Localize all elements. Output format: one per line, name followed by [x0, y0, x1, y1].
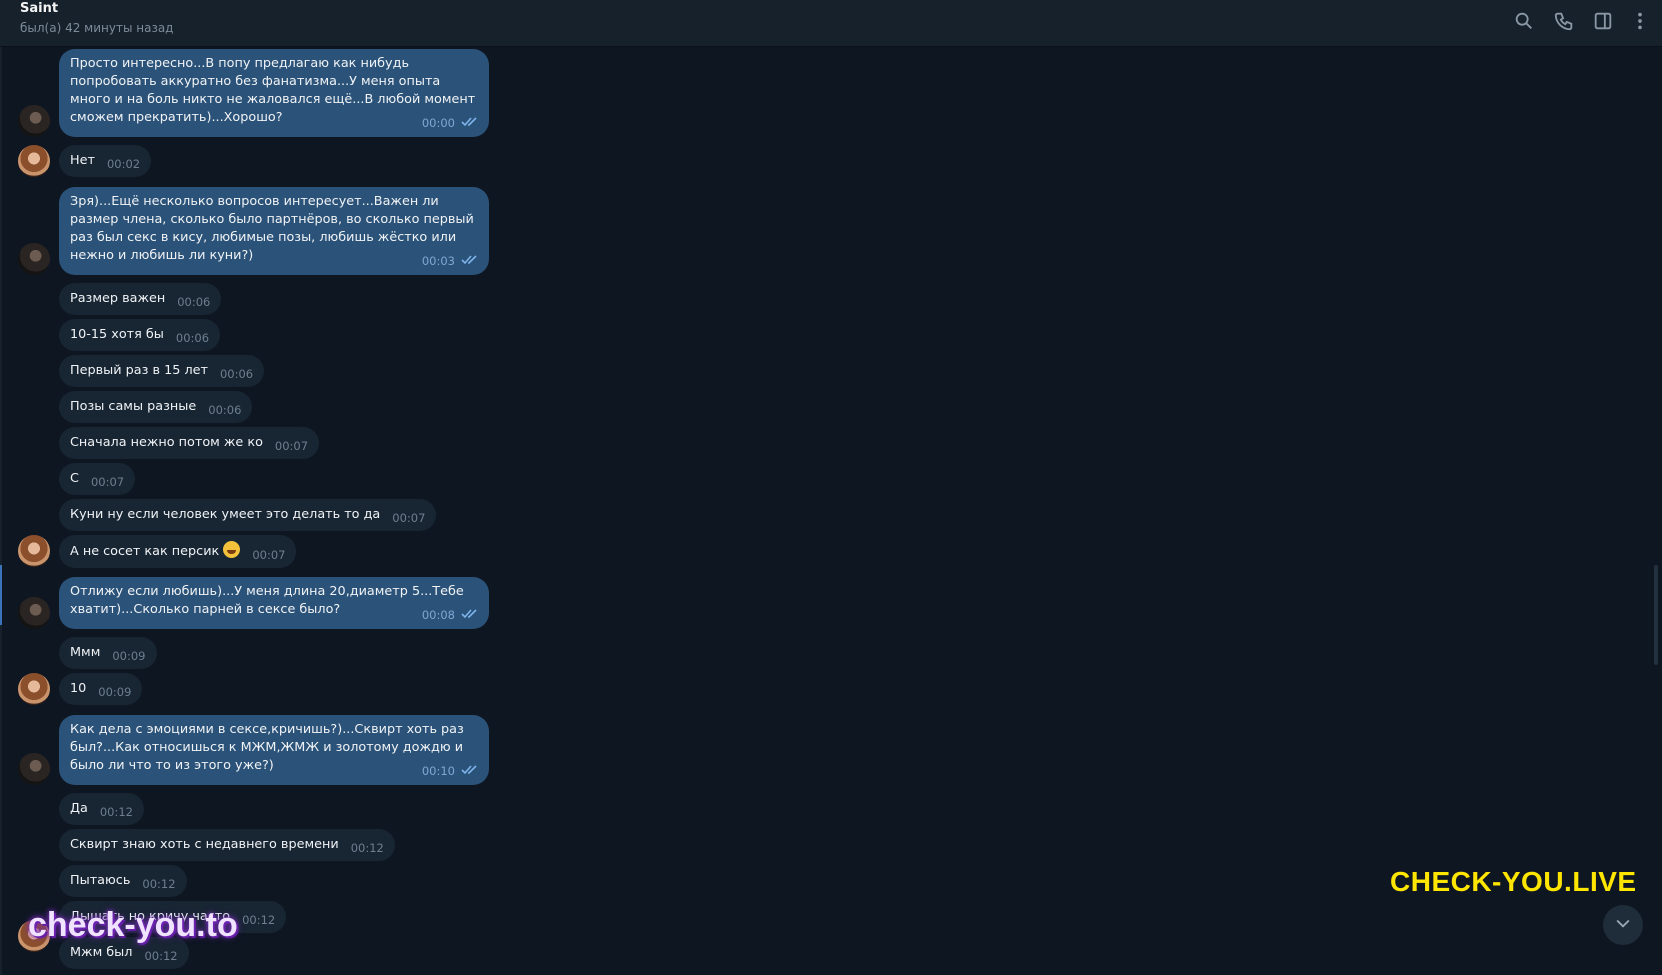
message-meta: 00:08 — [422, 606, 479, 624]
message-text: Ммм — [70, 645, 101, 660]
double-check-icon — [461, 762, 479, 780]
message-incoming[interactable]: Сначала нежно потом же ко 00:07 — [59, 427, 320, 459]
message-outgoing[interactable]: Отлижу если любишь)...У меня длина 20,ди… — [59, 577, 489, 629]
message-text: Просто интересно...В попу предлагаю как … — [70, 56, 476, 125]
avatar-contact[interactable] — [18, 145, 50, 177]
message-time: 00:12 — [144, 949, 178, 963]
message-time: 00:07 — [252, 548, 286, 562]
scrollbar[interactable] — [1654, 565, 1658, 665]
message-text: Позы самы разные — [70, 399, 197, 414]
message-meta: 00:10 — [422, 762, 479, 780]
message-incoming[interactable]: 10-15 хотя бы 00:06 — [59, 319, 221, 351]
message-outgoing[interactable]: Зря)...Ещё несколько вопросов интересует… — [59, 187, 489, 275]
avatar-saint[interactable] — [18, 105, 50, 137]
message-incoming[interactable]: Нет 00:02 — [59, 145, 152, 177]
phone-icon[interactable] — [1553, 10, 1575, 32]
message-time: 00:08 — [421, 608, 455, 622]
watermark-purple: check-you.to — [28, 906, 238, 944]
message-list[interactable]: Просто интересно...В попу предлагаю как … — [0, 47, 1662, 975]
message-time: 00:10 — [421, 764, 455, 778]
message-time: 00:09 — [112, 649, 146, 663]
search-icon[interactable] — [1513, 10, 1535, 32]
avatar-contact[interactable] — [18, 673, 50, 705]
message-time: 00:07 — [392, 511, 426, 525]
avatar-saint[interactable] — [18, 753, 50, 785]
message-incoming[interactable]: Да 00:12 — [59, 793, 144, 825]
avatar-saint[interactable] — [18, 243, 50, 275]
chat-header: Saint был(а) 42 минуты назад — [0, 0, 1662, 47]
message-meta: 00:00 — [422, 114, 479, 132]
message-text: Куни ну если человек умеет это делать то… — [70, 507, 381, 522]
message-meta: 00:03 — [422, 252, 479, 270]
message-time: 00:12 — [142, 877, 176, 891]
message-time: 00:06 — [175, 331, 210, 345]
contact-name[interactable]: Saint — [20, 1, 58, 16]
message-time: 00:06 — [208, 403, 242, 417]
message-text: 10-15 хотя бы — [70, 327, 164, 342]
message-time: 00:06 — [177, 295, 211, 309]
message-incoming[interactable]: С 00:07 — [59, 463, 136, 495]
contact-status: был(а) 42 минуты назад — [20, 21, 174, 35]
message-time: 00:02 — [106, 157, 141, 171]
more-vert-icon[interactable] — [1629, 10, 1651, 32]
message-text: 10 — [70, 681, 87, 696]
message-incoming[interactable]: А не сосет как персик 00:07 — [59, 535, 297, 568]
message-text: Зря)...Ещё несколько вопросов интересует… — [70, 194, 474, 263]
message-text: С — [70, 471, 79, 486]
message-incoming[interactable]: Сквирт знаю хоть с недавнего времени 00:1… — [59, 829, 395, 861]
message-text: Отлижу если любишь)...У меня длина 20,ди… — [70, 584, 464, 617]
message-text: Мжм был — [70, 945, 133, 960]
double-check-icon — [461, 252, 479, 270]
message-incoming[interactable]: 10 00:09 — [59, 673, 143, 705]
grinning-sweat-emoji — [223, 541, 241, 558]
message-time: 00:09 — [98, 685, 132, 699]
message-incoming[interactable]: Размер важен 00:06 — [59, 283, 222, 315]
sidebar-toggle-icon[interactable] — [1592, 10, 1614, 32]
message-text: Сквирт знаю хоть с недавнего времени — [70, 837, 339, 852]
message-text: Как дела с эмоциями в сексе,кричишь?)...… — [70, 722, 464, 773]
watermark-yellow: CHECK-YOU.LIVE — [1390, 866, 1637, 897]
message-text: Размер важен — [70, 291, 166, 306]
message-incoming[interactable]: Позы самы разные 00:06 — [59, 391, 253, 423]
message-outgoing[interactable]: Просто интересно...В попу предлагаю как … — [59, 49, 489, 137]
message-incoming[interactable]: Пытаюсь 00:12 — [59, 865, 187, 897]
message-text: Да — [70, 801, 88, 816]
message-time: 00:07 — [90, 475, 125, 489]
message-time: 00:07 — [274, 439, 309, 453]
message-incoming[interactable]: Первый раз в 15 лет 00:06 — [59, 355, 265, 387]
scroll-down-button[interactable] — [1603, 905, 1643, 945]
message-time: 00:12 — [99, 805, 133, 819]
double-check-icon — [461, 606, 479, 624]
message-text: Первый раз в 15 лет — [70, 363, 208, 378]
avatar-contact[interactable] — [18, 535, 50, 567]
message-time: 00:00 — [421, 116, 455, 130]
message-incoming[interactable]: Ммм 00:09 — [59, 637, 157, 669]
message-text: Нет — [70, 153, 95, 168]
message-time: 00:12 — [350, 841, 384, 855]
message-text: Пытаюсь — [70, 873, 131, 888]
message-time: 00:06 — [219, 367, 254, 381]
message-time: 00:12 — [242, 913, 276, 927]
message-outgoing[interactable]: Как дела с эмоциями в сексе,кричишь?)...… — [59, 715, 489, 785]
message-incoming[interactable]: Куни ну если человек умеет это делать то… — [59, 499, 437, 531]
message-text: Сначала нежно потом же ко — [70, 435, 263, 450]
chevron-down-icon — [1613, 913, 1633, 937]
avatar-saint[interactable] — [18, 597, 50, 629]
double-check-icon — [461, 114, 479, 132]
message-time: 00:03 — [421, 254, 455, 268]
message-text: А не сосет как персик — [70, 544, 220, 559]
